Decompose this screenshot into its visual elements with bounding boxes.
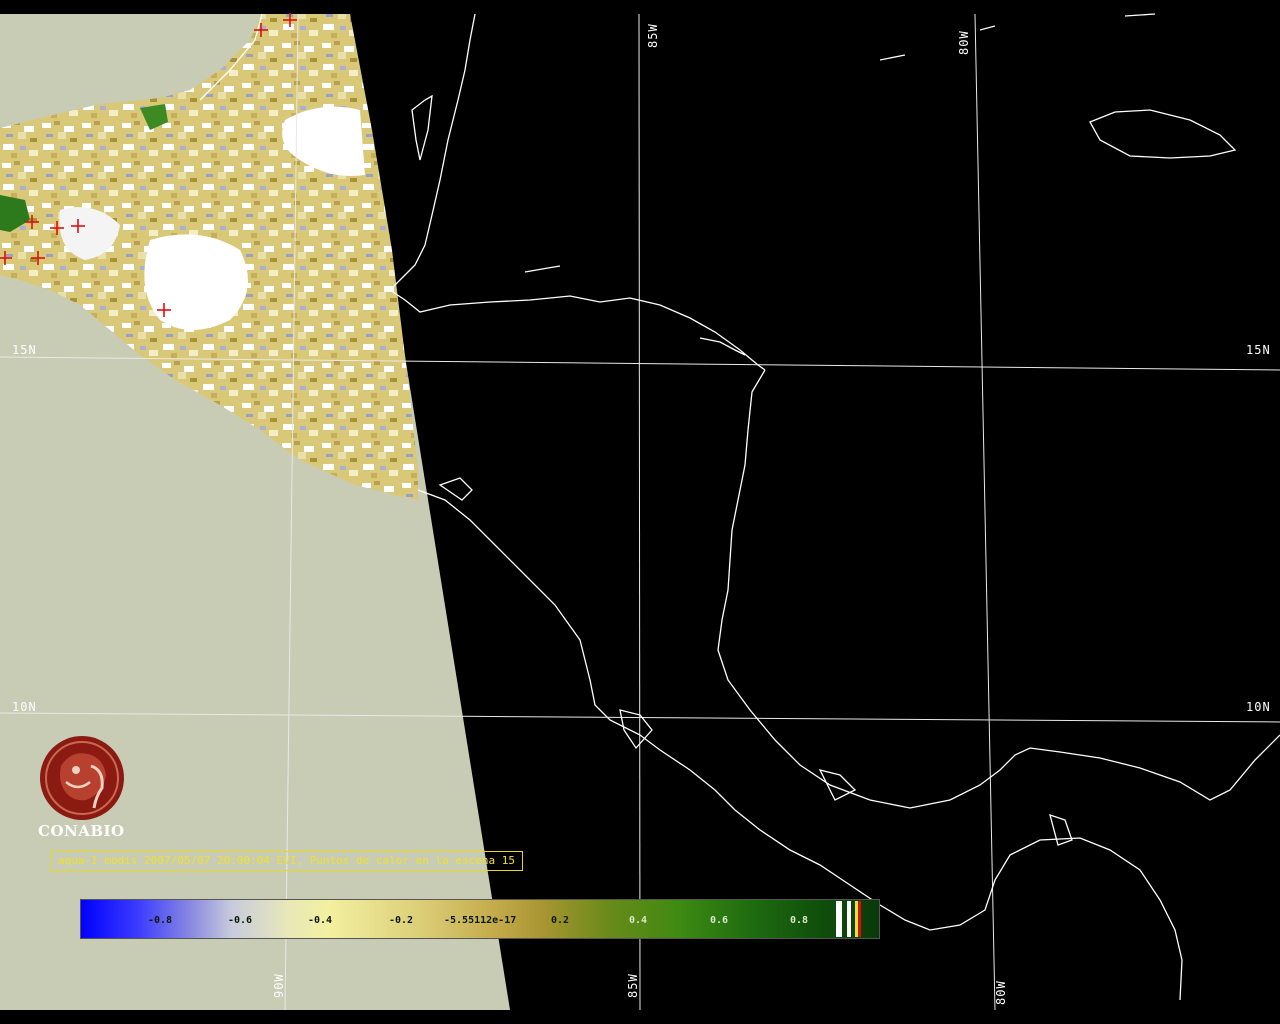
colorbar-tick-label: 0.6	[710, 915, 729, 926]
conabio-logo-text: CONABIO	[38, 822, 125, 840]
colorbar-tick-label: -0.6	[228, 915, 253, 926]
colorbar-tick-label: 0.2	[551, 915, 570, 926]
lat-label-15n-right: 15N	[1246, 343, 1271, 357]
lat-label-10n-right: 10N	[1246, 700, 1271, 714]
lon-label-85w-top: 85W	[646, 23, 660, 48]
lon-label-90w-bottom: 90W	[272, 973, 286, 998]
lat-label-10n-left: 10N	[12, 700, 37, 714]
colorbar-tick-label: -5.55112e-17	[444, 915, 517, 926]
colorbar-tick-label: -0.2	[389, 915, 414, 926]
colorbar-stripe-white	[847, 901, 851, 937]
lon-label-80w-top: 80W	[957, 30, 971, 55]
lat-label-15n-left: 15N	[12, 343, 37, 357]
scene-caption: aqua-1 modis 2007/05/07 20:00:04 EVI, Pu…	[50, 851, 523, 871]
colorbar-stripe-white	[836, 901, 842, 937]
lon-label-85w-bottom: 85W	[626, 973, 640, 998]
colorbar-tick-label: -0.4	[308, 915, 333, 926]
cloud-area	[144, 234, 248, 330]
colorbar-tick-label: 0.4	[629, 915, 648, 926]
colorbar-tick-label: 0.8	[790, 915, 809, 926]
colorbar-stripe-red	[858, 901, 861, 937]
lon-label-80w-bottom: 80W	[994, 980, 1008, 1005]
colorbar-tick-label: -0.8	[148, 915, 173, 926]
